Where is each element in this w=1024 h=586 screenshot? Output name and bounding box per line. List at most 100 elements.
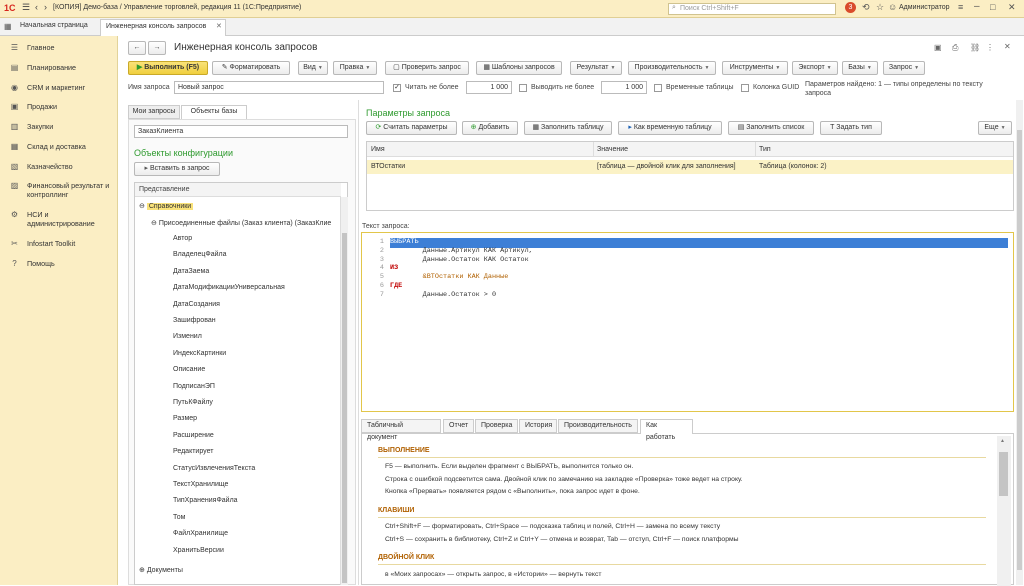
col-name-header[interactable]: Имя — [371, 146, 385, 153]
read-limit-checkbox[interactable]: ✓ — [393, 84, 401, 92]
sidebar-item-treasury[interactable]: ▧ Казначейство — [0, 162, 118, 171]
sidebar-item-sales[interactable]: ▣ Продажи — [0, 102, 118, 111]
tree-field-item[interactable]: ПутьКФайлу — [173, 399, 213, 406]
notification-badge[interactable]: 3 — [845, 2, 856, 13]
main-scrollbar[interactable] — [1016, 100, 1023, 585]
tree-node-catalogs[interactable]: ⊖ Справочники — [139, 202, 194, 210]
add-param-button[interactable]: ⊕ Добавить — [462, 121, 518, 135]
expand-icon[interactable]: ⊕ — [139, 567, 147, 574]
tree-field-item[interactable]: ПодписанЭП — [173, 383, 215, 390]
check-query-button[interactable]: ▢ Проверить запрос — [385, 61, 469, 75]
sidebar-item-help[interactable]: ? Помощь — [0, 259, 118, 268]
set-type-button[interactable]: T Задать тип — [820, 121, 882, 135]
more-menu-icon[interactable]: ⋮ — [986, 43, 994, 52]
sidebar-item-nsi[interactable]: ⚙ НСИ и администрирование — [0, 210, 112, 228]
forward-icon[interactable]: › — [44, 2, 47, 12]
print-icon[interactable]: ⎙ — [952, 43, 958, 53]
format-button[interactable]: ✎ Форматировать — [212, 61, 290, 75]
tree-field-item[interactable]: ТипХраненияФайла — [173, 497, 238, 504]
tree-field-item[interactable]: Зашифрован — [173, 317, 216, 324]
tree-field-item[interactable]: Редактирует — [173, 448, 213, 455]
tree-field-item[interactable]: ИндексКартинки — [173, 350, 226, 357]
tree-field-item[interactable]: Описание — [173, 366, 205, 373]
tree-field-item[interactable]: ДатаЗаема — [173, 268, 209, 275]
tree-node-attached-files[interactable]: ⊖ Присоединенные файлы (Заказ клиента) (… — [151, 219, 340, 227]
help-scroll-thumb[interactable] — [999, 452, 1008, 496]
code-line[interactable]: Данные.Остаток КАК Остаток — [390, 256, 529, 264]
insert-into-query-button[interactable]: ▸ Вставить в запрос — [134, 162, 220, 176]
sidebar-item-crm[interactable]: ◉ CRM и маркетинг — [0, 83, 118, 92]
more-button[interactable]: Еще ▼ — [978, 121, 1012, 135]
code-line[interactable]: &ВТОстатки КАК Данные — [390, 273, 509, 281]
tree-field-item[interactable]: Расширение — [173, 432, 214, 439]
nav-back-button[interactable]: ← — [128, 41, 146, 55]
view-menu-button[interactable]: Вид ▼ — [298, 61, 328, 75]
tree-field-item[interactable]: Том — [173, 514, 185, 521]
nav-forward-button[interactable]: → — [148, 41, 166, 55]
bases-menu-button[interactable]: Базы ▼ — [842, 61, 878, 75]
sidebar-item-main[interactable]: ☰ Главное — [0, 43, 118, 52]
tabs-list-icon[interactable]: ▦ — [4, 22, 12, 31]
sidebar-item-purchases[interactable]: ▥ Закупки — [0, 122, 118, 131]
code-line[interactable]: ГДЕ — [390, 282, 402, 290]
bottom-tab[interactable]: Отчет — [443, 419, 474, 433]
output-limit-input[interactable]: 1 000 — [601, 81, 647, 94]
collapse-icon[interactable]: ⊖ — [139, 203, 147, 210]
run-button[interactable]: ▶ Выполнить (F5) — [128, 61, 208, 75]
tree-field-item[interactable]: Автор — [173, 235, 192, 242]
main-scroll-thumb[interactable] — [1017, 130, 1022, 570]
sidebar-item-warehouse[interactable]: ▦ Склад и доставка — [0, 142, 118, 151]
performance-menu-button[interactable]: Производительность ▼ — [628, 61, 716, 75]
guid-column-checkbox[interactable] — [741, 84, 749, 92]
tab-close-icon[interactable]: ✕ — [216, 22, 222, 30]
read-params-button[interactable]: ⟳ Считать параметры — [366, 121, 457, 135]
tree-field-item[interactable]: ДатаМодификацииУниверсальная — [173, 284, 285, 291]
panel-splitter[interactable] — [358, 100, 359, 585]
bottom-tab[interactable]: История — [519, 419, 557, 433]
fill-list-button[interactable]: ▤ Заполнить список — [728, 121, 814, 135]
sidebar-item-finance[interactable]: ▨ Финансовый результат и контроллинг — [0, 181, 112, 199]
tree-field-item[interactable]: ХранитьВерсии — [173, 547, 224, 554]
tree-field-item[interactable]: СтатусИзвлеченияТекста — [173, 465, 255, 472]
menu-icon[interactable]: ☰ — [22, 2, 30, 13]
tree-field-item[interactable]: Размер — [173, 415, 197, 422]
query-name-input[interactable]: Новый запрос — [174, 81, 384, 94]
search-box[interactable]: ⌕ Поиск Ctrl+Shift+F — [668, 3, 836, 15]
user-name[interactable]: Администратор — [899, 4, 950, 11]
as-temp-table-button[interactable]: ▸ Как временную таблицу — [618, 121, 722, 135]
tab-my-queries[interactable]: Мои запросы — [128, 105, 180, 119]
bottom-tab[interactable]: Как работать — [640, 419, 693, 441]
code-line[interactable]: Данные.Остаток > 0 — [390, 291, 496, 299]
object-filter-input[interactable]: ЗаказКлиента — [134, 125, 348, 138]
code-line[interactable]: Данные.Артикул КАК Артикул, — [390, 247, 533, 255]
tree-field-item[interactable]: ДатаСоздания — [173, 301, 220, 308]
templates-button[interactable]: ▦ Шаблоны запросов — [476, 61, 562, 75]
maximize-icon[interactable]: □ — [990, 2, 995, 12]
tools-menu-button[interactable]: Инструменты ▼ — [722, 61, 788, 75]
tree-field-item[interactable]: ВладелецФайла — [173, 251, 226, 258]
back-icon[interactable]: ‹ — [35, 2, 38, 12]
scroll-up-icon[interactable]: ▲ — [1000, 438, 1005, 444]
link-icon[interactable]: ⛓ — [970, 43, 980, 52]
edit-menu-button[interactable]: Правка ▼ — [333, 61, 377, 75]
more-icon[interactable]: ≡ — [958, 2, 963, 12]
read-limit-input[interactable]: 1 000 — [466, 81, 512, 94]
history-icon[interactable]: ⟲ — [862, 2, 870, 13]
temp-tables-checkbox[interactable] — [654, 84, 662, 92]
sidebar-item-planning[interactable]: ▤ Планирование — [0, 63, 118, 72]
tab-active[interactable]: Инженерная консоль запросов ✕ — [100, 19, 226, 36]
collapse-icon[interactable]: ⊖ — [151, 220, 159, 227]
tree-node-documents[interactable]: ⊕ Документы — [139, 566, 183, 574]
close-icon[interactable]: ✕ — [1008, 2, 1016, 13]
bottom-tab[interactable]: Табличный документ — [361, 419, 441, 441]
query-menu-button[interactable]: Запрос ▼ — [883, 61, 925, 75]
bottom-tab[interactable]: Производительность — [558, 419, 638, 433]
fill-table-button[interactable]: ▦ Заполнить таблицу — [524, 121, 612, 135]
form-close-icon[interactable]: ✕ — [1004, 42, 1011, 51]
col-value-header[interactable]: Значение — [597, 146, 628, 153]
tree-field-item[interactable]: Изменил — [173, 333, 202, 340]
output-limit-checkbox[interactable] — [519, 84, 527, 92]
sidebar-item-infostart[interactable]: ✂ Infostart Toolkit — [0, 239, 118, 248]
help-scrollbar[interactable]: ▲ — [997, 436, 1011, 586]
tree-field-item[interactable]: ТекстХранилище — [173, 481, 228, 488]
